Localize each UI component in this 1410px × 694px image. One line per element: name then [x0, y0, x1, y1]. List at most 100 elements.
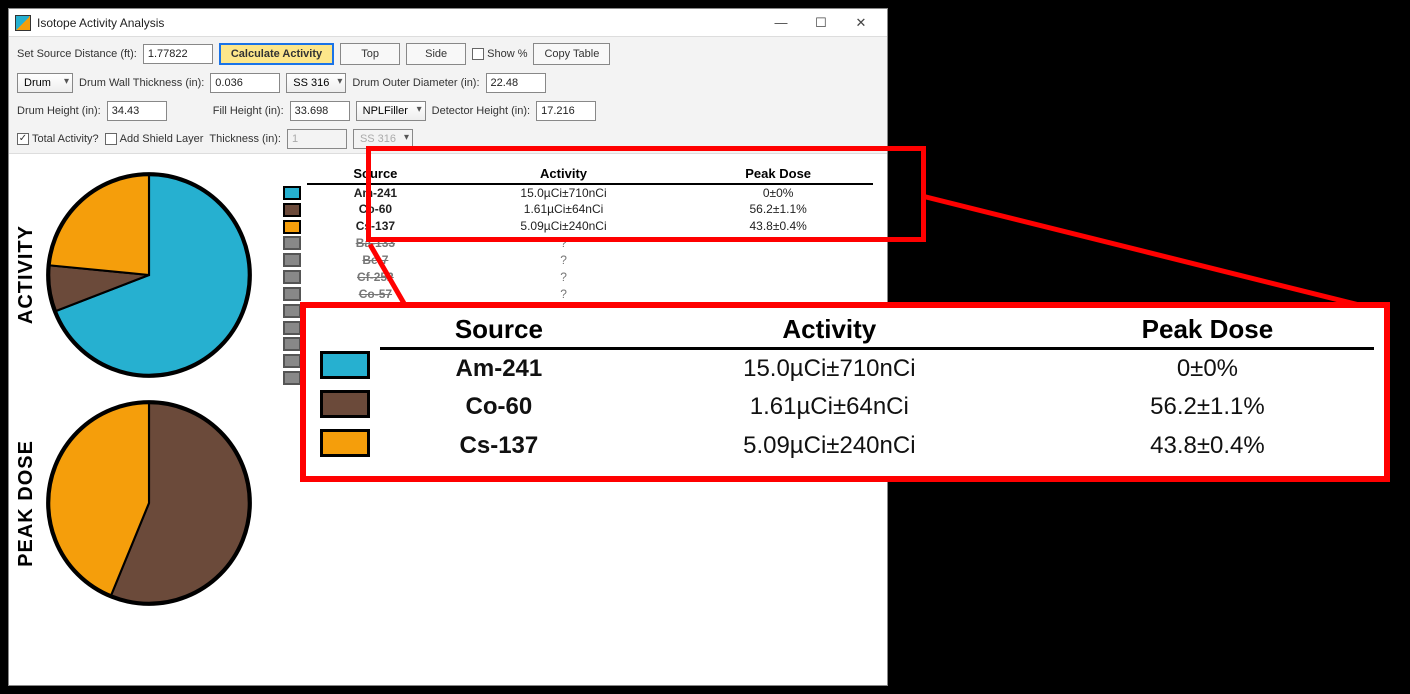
toolbar-row-2: Drum Drum Wall Thickness (in): SS 316 Dr…: [17, 71, 879, 95]
peakdose-pie-chart: [44, 398, 254, 608]
add-shield-checkbox[interactable]: Add Shield Layer: [105, 133, 204, 145]
color-swatch: [283, 253, 301, 267]
drum-height-input[interactable]: [107, 101, 167, 121]
activity-chart-block: ACTIVITY: [15, 170, 275, 380]
cell-peakdose: [683, 251, 873, 268]
distance-label: Set Source Distance (ft):: [17, 48, 137, 60]
table-row[interactable]: Co-601.61µCi±64nCi56.2±1.1%: [277, 201, 873, 218]
color-swatch: [320, 429, 370, 457]
table-row[interactable]: Be-7?: [277, 251, 873, 268]
color-swatch: [320, 390, 370, 418]
close-button[interactable]: ✕: [841, 11, 881, 35]
color-swatch: [283, 371, 301, 385]
total-activity-label: Total Activity?: [32, 133, 99, 145]
color-swatch: [283, 220, 301, 234]
window-title: Isotope Activity Analysis: [37, 16, 761, 30]
cell-peakdose: 43.8±0.4%: [683, 218, 873, 235]
shield-material-dropdown: SS 316: [353, 129, 413, 149]
cell-activity: 15.0µCi±710nCi: [444, 184, 684, 201]
cell-activity: ?: [444, 235, 684, 252]
table-row: Cs-1375.09µCi±240nCi43.8±0.4%: [310, 427, 1374, 466]
cell-source: Co-60: [380, 388, 618, 427]
cell-peakdose: [683, 285, 873, 302]
cell-source: Co-57: [307, 285, 444, 302]
add-shield-label: Add Shield Layer: [120, 133, 204, 145]
total-activity-checkbox[interactable]: ✓ Total Activity?: [17, 133, 99, 145]
cell-peakdose: 0±0%: [1041, 349, 1374, 388]
peakdose-chart-block: PEAK DOSE: [15, 398, 275, 608]
cell-peakdose: [683, 268, 873, 285]
top-button[interactable]: Top: [340, 43, 400, 65]
table-row[interactable]: Cs-1375.09µCi±240nCi43.8±0.4%: [277, 218, 873, 235]
color-swatch: [283, 304, 301, 318]
cell-peakdose: 0±0%: [683, 184, 873, 201]
toolbar: Set Source Distance (ft): Calculate Acti…: [9, 37, 887, 154]
side-button[interactable]: Side: [406, 43, 466, 65]
toolbar-row-4: ✓ Total Activity? Add Shield Layer Thick…: [17, 127, 879, 151]
checkbox-icon: ✓: [17, 133, 29, 145]
color-swatch: [283, 354, 301, 368]
wall-label: Drum Wall Thickness (in):: [79, 77, 204, 89]
minimize-button[interactable]: —: [761, 11, 801, 35]
cell-activity: 1.61µCi±64nCi: [618, 388, 1041, 427]
table-row[interactable]: Co-57?: [277, 285, 873, 302]
activity-pie-chart: [44, 170, 254, 380]
maximize-button[interactable]: ☐: [801, 11, 841, 35]
color-swatch: [283, 203, 301, 217]
filler-dropdown[interactable]: NPLFiller: [356, 101, 426, 121]
cell-activity: 5.09µCi±240nCi: [444, 218, 684, 235]
toolbar-row-3: Drum Height (in): Fill Height (in): NPLF…: [17, 99, 879, 123]
title-bar: Isotope Activity Analysis — ☐ ✕: [9, 9, 887, 37]
color-swatch: [283, 236, 301, 250]
col-peakdose: Peak Dose: [683, 164, 873, 184]
fill-height-input[interactable]: [290, 101, 350, 121]
detector-height-label: Detector Height (in):: [432, 105, 530, 117]
zoom-col-activity: Activity: [618, 312, 1041, 349]
outer-dia-label: Drum Outer Diameter (in):: [352, 77, 479, 89]
color-swatch: [283, 337, 301, 351]
zoom-table: Source Activity Peak Dose Am-24115.0µCi±…: [310, 312, 1374, 466]
color-swatch: [283, 287, 301, 301]
cell-source: Co-60: [307, 201, 444, 218]
cell-activity: 5.09µCi±240nCi: [618, 427, 1041, 466]
charts-column: ACTIVITY PEAK DOSE: [15, 160, 275, 608]
container-dropdown[interactable]: Drum: [17, 73, 73, 93]
cell-activity: ?: [444, 251, 684, 268]
thickness-label: Thickness (in):: [209, 133, 281, 145]
wall-input[interactable]: [210, 73, 280, 93]
show-pct-checkbox[interactable]: Show %: [472, 48, 527, 60]
detector-height-input[interactable]: [536, 101, 596, 121]
material-dropdown[interactable]: SS 316: [286, 73, 346, 93]
table-row[interactable]: Am-24115.0µCi±710nCi0±0%: [277, 184, 873, 201]
zoom-col-source: Source: [380, 312, 618, 349]
cell-activity: ?: [444, 285, 684, 302]
color-swatch: [283, 270, 301, 284]
zoom-callout: Source Activity Peak Dose Am-24115.0µCi±…: [300, 302, 1390, 482]
connector-line: [923, 194, 1380, 313]
table-row: Am-24115.0µCi±710nCi0±0%: [310, 349, 1374, 388]
table-row[interactable]: Ba-133?: [277, 235, 873, 252]
cell-activity: 1.61µCi±64nCi: [444, 201, 684, 218]
outer-dia-input[interactable]: [486, 73, 546, 93]
cell-activity: ?: [444, 268, 684, 285]
table-row[interactable]: Cf-252?: [277, 268, 873, 285]
table-row: Co-601.61µCi±64nCi56.2±1.1%: [310, 388, 1374, 427]
cell-peakdose: 56.2±1.1%: [683, 201, 873, 218]
cell-source: Am-241: [380, 349, 618, 388]
cell-source: Cs-137: [380, 427, 618, 466]
zoom-col-peakdose: Peak Dose: [1041, 312, 1374, 349]
drum-height-label: Drum Height (in):: [17, 105, 101, 117]
color-swatch: [283, 186, 301, 200]
cell-source: Cf-252: [307, 268, 444, 285]
distance-input[interactable]: [143, 44, 213, 64]
fill-height-label: Fill Height (in):: [213, 105, 284, 117]
activity-chart-label: ACTIVITY: [15, 225, 38, 324]
copy-table-button[interactable]: Copy Table: [533, 43, 610, 65]
col-source: Source: [307, 164, 444, 184]
cell-peakdose: 43.8±0.4%: [1041, 427, 1374, 466]
cell-source: Am-241: [307, 184, 444, 201]
cell-peakdose: 56.2±1.1%: [1041, 388, 1374, 427]
peakdose-chart-label: PEAK DOSE: [15, 440, 38, 567]
calculate-button[interactable]: Calculate Activity: [219, 43, 334, 65]
color-swatch: [283, 321, 301, 335]
